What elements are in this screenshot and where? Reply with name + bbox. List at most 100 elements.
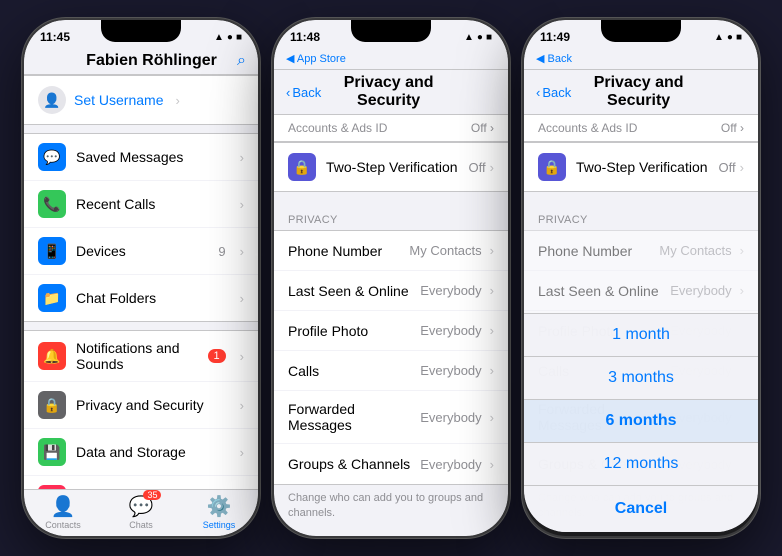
- settings-scroll: 👤 Set Username › 💬 Saved Messages › 📞 Re…: [24, 75, 258, 489]
- notifications-badge: 1: [208, 349, 226, 363]
- profile-title: Fabien Röhlinger: [66, 52, 237, 70]
- privacy-item[interactable]: 🔒 Privacy and Security ›: [24, 382, 258, 429]
- chevron-icon: ›: [240, 291, 244, 306]
- contacts-tab-label: Contacts: [45, 520, 81, 530]
- privacy-label: Privacy and Security: [76, 397, 226, 413]
- two-step-icon-3: 🔒: [538, 153, 566, 181]
- notch-3: [601, 20, 681, 42]
- chevron-icon: ›: [240, 150, 244, 165]
- two-step-icon: 🔒: [288, 153, 316, 181]
- set-username-label[interactable]: Set Username: [74, 92, 163, 108]
- phone-number-item-3: Phone Number My Contacts ›: [524, 231, 758, 271]
- phone-1: 11:45 ▲ ● ■ Fabien Röhlinger ⌕ 👤 Set Use…: [22, 18, 260, 538]
- auto-delete-header: AUTOMATICALLY DELETE MY ACCOUNT: [274, 532, 508, 536]
- picker-cancel[interactable]: Cancel: [524, 486, 758, 532]
- groups-channels-item[interactable]: Groups & Channels Everybody ›: [274, 444, 508, 484]
- time-3: 11:49: [540, 30, 570, 44]
- groups-desc: Change who can add you to groups and cha…: [274, 485, 508, 532]
- profile-photo-item[interactable]: Profile Photo Everybody ›: [274, 311, 508, 351]
- notifications-label: Notifications and Sounds: [76, 340, 198, 372]
- tab-bar-1: 👤 Contacts 💬 35 Chats ⚙️ Settings: [24, 489, 258, 536]
- username-icon: 👤: [38, 86, 66, 114]
- app-store-bar[interactable]: ◀ App Store: [274, 48, 508, 70]
- signal-icon: ▲: [214, 32, 224, 43]
- chevron-icon: ›: [240, 349, 244, 364]
- two-step-row-2[interactable]: 🔒 Two-Step Verification Off ›: [274, 142, 508, 192]
- chats-badge: 35: [143, 490, 161, 500]
- battery-icon: ■: [486, 32, 492, 43]
- recent-calls-icon: 📞: [38, 190, 66, 218]
- signal-icon: ▲: [714, 32, 724, 43]
- picker-12months[interactable]: 12 months: [524, 443, 758, 486]
- wifi-icon: ●: [477, 32, 483, 43]
- privacy-scroll-2: Accounts & Ads ID Off › 🔒 Two-Step Verif…: [274, 115, 508, 536]
- settings-group-1: 💬 Saved Messages › 📞 Recent Calls › 📱 De…: [24, 133, 258, 322]
- two-step-value-3: Off: [719, 160, 736, 175]
- notch-1: [101, 20, 181, 42]
- data-storage-icon: 💾: [38, 438, 66, 466]
- chevron-icon: ›: [240, 244, 244, 259]
- notifications-item[interactable]: 🔔 Notifications and Sounds 1 ›: [24, 331, 258, 382]
- chevron-icon: ›: [740, 160, 744, 175]
- data-storage-item[interactable]: 💾 Data and Storage ›: [24, 429, 258, 476]
- chat-folders-item[interactable]: 📁 Chat Folders ›: [24, 275, 258, 321]
- accounts-ads-label-3: Accounts & Ads ID: [538, 121, 637, 135]
- two-step-label-3: Two-Step Verification: [576, 159, 719, 175]
- status-icons-2: ▲ ● ■: [464, 32, 492, 43]
- phone-2: 11:48 ▲ ● ■ ◀ App Store ‹ Back Privacy a…: [272, 18, 510, 538]
- privacy-section-header-3: PRIVACY: [524, 200, 758, 230]
- devices-value: 9: [218, 244, 225, 259]
- tab-settings[interactable]: ⚙️ Settings: [180, 494, 258, 530]
- app-store-bar-3[interactable]: ◀ Back: [524, 48, 758, 70]
- accounts-ads-label: Accounts & Ads ID: [288, 121, 387, 135]
- picker-1month[interactable]: 1 month: [524, 314, 758, 357]
- settings-group-2: 🔔 Notifications and Sounds 1 › 🔒 Privacy…: [24, 330, 258, 489]
- chevron-icon: ›: [240, 445, 244, 460]
- two-step-value: Off: [469, 160, 486, 175]
- signal-icon: ▲: [464, 32, 474, 43]
- calls-item[interactable]: Calls Everybody ›: [274, 351, 508, 391]
- devices-icon: 📱: [38, 237, 66, 265]
- nav-bar-3: ‹ Back Privacy and Security: [524, 70, 758, 115]
- chats-tab-label: Chats: [129, 520, 153, 530]
- tab-contacts[interactable]: 👤 Contacts: [24, 494, 102, 530]
- settings-tab-label: Settings: [203, 520, 236, 530]
- privacy-group-2: Phone Number My Contacts › Last Seen & O…: [274, 230, 508, 485]
- wifi-icon: ●: [727, 32, 733, 43]
- picker-6months[interactable]: 6 months: [524, 400, 758, 443]
- battery-icon: ■: [736, 32, 742, 43]
- set-username-row[interactable]: 👤 Set Username ›: [24, 75, 258, 125]
- picker-3months[interactable]: 3 months: [524, 357, 758, 400]
- appearance-item[interactable]: 🎨 Appearance ›: [24, 476, 258, 489]
- search-icon[interactable]: ⌕: [237, 52, 246, 70]
- last-seen-item[interactable]: Last Seen & Online Everybody ›: [274, 271, 508, 311]
- recent-calls-label: Recent Calls: [76, 196, 226, 212]
- saved-messages-item[interactable]: 💬 Saved Messages ›: [24, 134, 258, 181]
- chevron-icon: ›: [240, 398, 244, 413]
- two-step-row-3[interactable]: 🔒 Two-Step Verification Off ›: [524, 142, 758, 192]
- back-button-3[interactable]: ‹ Back: [536, 85, 571, 100]
- month-picker: 1 month 3 months 6 months 12 months Canc…: [524, 313, 758, 532]
- accounts-ads-value-3: Off ›: [721, 121, 744, 135]
- chats-tab-icon: 💬 35: [129, 494, 154, 519]
- chevron-icon: ›: [490, 160, 494, 175]
- time-2: 11:48: [290, 30, 320, 44]
- back-label-3: ◀ Back: [536, 53, 572, 65]
- status-icons-1: ▲ ● ■: [214, 32, 242, 43]
- chevron-icon: ›: [175, 93, 179, 108]
- phone-number-item[interactable]: Phone Number My Contacts ›: [274, 231, 508, 271]
- recent-calls-item[interactable]: 📞 Recent Calls ›: [24, 181, 258, 228]
- notifications-icon: 🔔: [38, 342, 66, 370]
- forwarded-messages-item[interactable]: Forwarded Messages Everybody ›: [274, 391, 508, 444]
- saved-messages-icon: 💬: [38, 143, 66, 171]
- chat-folders-icon: 📁: [38, 284, 66, 312]
- time-1: 11:45: [40, 30, 70, 44]
- notch-2: [351, 20, 431, 42]
- last-seen-item-3: Last Seen & Online Everybody ›: [524, 271, 758, 311]
- privacy-icon: 🔒: [38, 391, 66, 419]
- back-button-2[interactable]: ‹ Back: [286, 85, 321, 100]
- settings-tab-icon: ⚙️: [207, 494, 232, 519]
- nav-bar-2: ‹ Back Privacy and Security: [274, 70, 508, 115]
- devices-item[interactable]: 📱 Devices 9 ›: [24, 228, 258, 275]
- tab-chats[interactable]: 💬 35 Chats: [102, 494, 180, 530]
